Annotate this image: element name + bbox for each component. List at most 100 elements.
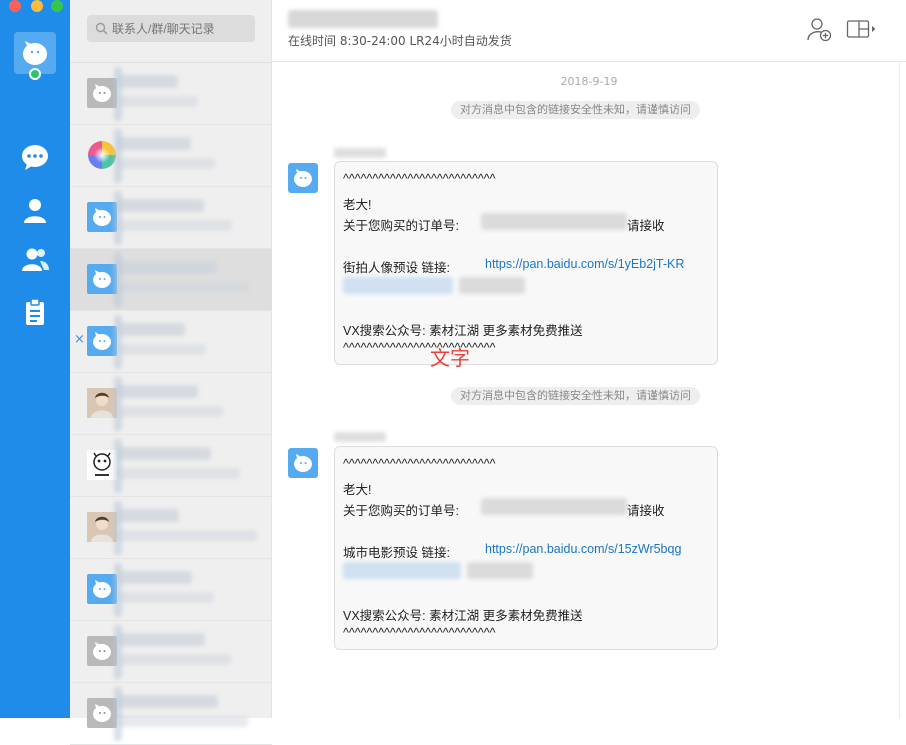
contact-preview-redacted — [118, 530, 257, 541]
link-continuation-redacted — [343, 277, 453, 294]
order-number-redacted — [481, 498, 627, 515]
contact-name-redacted — [118, 509, 179, 522]
zoom-window-button[interactable] — [51, 0, 63, 12]
contact-list-item[interactable] — [70, 373, 272, 435]
sender-avatar[interactable] — [288, 448, 318, 478]
contact-avatar — [87, 512, 117, 542]
bot-icon — [294, 454, 312, 472]
contact-list-item[interactable]: × — [70, 311, 272, 373]
preset-label: 城市电影预设 链接: — [343, 546, 450, 560]
contact-list-item[interactable] — [70, 497, 272, 559]
sender-name-redacted — [334, 148, 386, 158]
photo-avatar-icon — [87, 388, 117, 418]
online-status-badge — [29, 68, 41, 80]
redaction-strip — [114, 191, 122, 245]
message-divider-bottom: ^^^^^^^^^^^^^^^^^^^^^^^^^^ — [343, 341, 496, 355]
message-bubble[interactable]: ^^^^^^^^^^^^^^^^^^^^^^^^^^ 老大! 关于您购买的订单号… — [334, 446, 718, 650]
search-box[interactable] — [87, 15, 255, 42]
contact-list-item[interactable] — [70, 621, 272, 683]
message-divider-top: ^^^^^^^^^^^^^^^^^^^^^^^^^^ — [343, 172, 496, 186]
extraction-code-redacted — [459, 277, 525, 294]
redaction-strip — [114, 625, 122, 679]
close-icon[interactable]: × — [74, 332, 85, 347]
contact-preview-redacted — [118, 468, 240, 479]
contact-list-item[interactable] — [70, 187, 272, 249]
panel-toggle-icon[interactable] — [846, 16, 878, 42]
contact-name-redacted — [118, 323, 185, 336]
close-window-button[interactable] — [9, 0, 21, 12]
bot-icon — [93, 580, 111, 598]
contact-avatar — [87, 326, 117, 356]
contact-list-item[interactable] — [70, 63, 272, 125]
redaction-strip — [114, 315, 122, 369]
chat-bubble-icon[interactable] — [19, 141, 51, 173]
message-divider-bottom: ^^^^^^^^^^^^^^^^^^^^^^^^^^ — [343, 626, 496, 640]
search-input[interactable] — [112, 15, 252, 42]
promo-line: VX搜索公众号: 素材江湖 更多素材免费推送 — [343, 609, 583, 623]
contact-avatar — [87, 636, 117, 666]
scrollbar-track[interactable] — [899, 62, 900, 718]
date-separator: 2018-9-19 — [560, 75, 618, 88]
contact-name-redacted — [118, 75, 178, 88]
redaction-strip — [114, 129, 122, 183]
contact-list-item[interactable] — [70, 435, 272, 497]
redaction-strip — [114, 253, 122, 307]
contact-list-item[interactable] — [70, 125, 272, 187]
conversation-title-redacted — [288, 10, 438, 28]
cartoon-avatar-icon — [87, 450, 117, 480]
redaction-strip — [114, 439, 122, 493]
sender-name-redacted — [334, 432, 386, 442]
contact-name-redacted — [118, 633, 205, 646]
contact-name-redacted — [118, 261, 217, 274]
contact-avatar — [87, 264, 117, 294]
contact-preview-redacted — [118, 220, 232, 231]
user-icon[interactable] — [19, 195, 51, 227]
contact-avatar — [87, 202, 117, 232]
redaction-strip — [114, 563, 122, 617]
chat-header: 在线时间 8:30-24:00 LR24小时自动发货 — [272, 0, 906, 62]
bot-icon — [93, 84, 111, 102]
contact-name-redacted — [118, 199, 204, 212]
contact-list-item[interactable] — [70, 559, 272, 621]
extraction-code-redacted — [467, 562, 533, 579]
redaction-strip — [114, 501, 122, 555]
search-icon — [95, 22, 108, 35]
bot-icon — [93, 270, 111, 288]
group-icon[interactable] — [19, 244, 51, 276]
window-controls — [0, 0, 70, 12]
contact-list-item[interactable] — [70, 249, 272, 311]
contact-preview-redacted — [118, 406, 223, 417]
message-greeting: 老大! — [343, 198, 372, 212]
redaction-strip — [114, 377, 122, 431]
contact-preview-redacted — [118, 158, 215, 169]
app-rail — [0, 0, 70, 718]
contact-preview-redacted — [118, 654, 231, 665]
contact-list-item[interactable] — [70, 683, 272, 745]
bot-icon — [93, 642, 111, 660]
color-wheel-icon — [88, 141, 116, 169]
contact-avatar — [87, 140, 117, 170]
message-greeting: 老大! — [343, 483, 372, 497]
sender-avatar[interactable] — [288, 163, 318, 193]
minimize-window-button[interactable] — [31, 0, 43, 12]
download-link[interactable]: https://pan.baidu.com/s/1yEb2jT-KR — [485, 257, 684, 271]
contact-name-redacted — [118, 385, 198, 398]
bot-icon — [93, 332, 111, 350]
message-bubble[interactable]: ^^^^^^^^^^^^^^^^^^^^^^^^^^ 老大! 关于您购买的订单号… — [334, 161, 718, 365]
order-suffix: 请接收 — [627, 504, 665, 518]
clipboard-icon[interactable] — [19, 296, 51, 328]
link-continuation-redacted — [343, 562, 461, 579]
contact-avatar — [87, 78, 117, 108]
contact-preview-redacted — [118, 592, 214, 603]
bot-icon — [93, 208, 111, 226]
order-suffix: 请接收 — [627, 219, 665, 233]
bot-icon — [93, 704, 111, 722]
link-warning-notice: 对方消息中包含的链接安全性未知，请谨慎访问 — [451, 101, 700, 119]
contact-list-panel: × — [70, 0, 272, 745]
contact-name-redacted — [118, 447, 211, 460]
add-contact-icon[interactable] — [806, 16, 832, 42]
download-link[interactable]: https://pan.baidu.com/s/15zWr5bqg — [485, 542, 681, 556]
message-divider-top: ^^^^^^^^^^^^^^^^^^^^^^^^^^ — [343, 457, 496, 471]
order-prefix: 关于您购买的订单号: — [343, 504, 459, 518]
contact-avatar — [87, 450, 117, 480]
